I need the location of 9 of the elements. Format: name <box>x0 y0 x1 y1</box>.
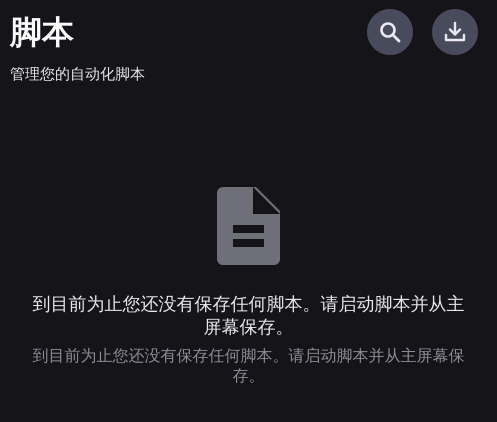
page-subtitle: 管理您的自动化脚本 <box>10 65 145 85</box>
empty-detail: 到目前为止您还没有保存任何脚本。请启动脚本并从主屏幕保存。 <box>32 346 464 386</box>
search-button[interactable] <box>367 9 413 55</box>
download-icon <box>443 20 467 44</box>
search-icon <box>378 20 402 44</box>
empty-message: 到目前为止您还没有保存任何脚本。请启动脚本并从主屏幕保存。 <box>32 292 464 338</box>
download-button[interactable] <box>432 9 478 55</box>
document-icon <box>217 186 280 264</box>
page-title: 脚本 <box>10 13 75 52</box>
